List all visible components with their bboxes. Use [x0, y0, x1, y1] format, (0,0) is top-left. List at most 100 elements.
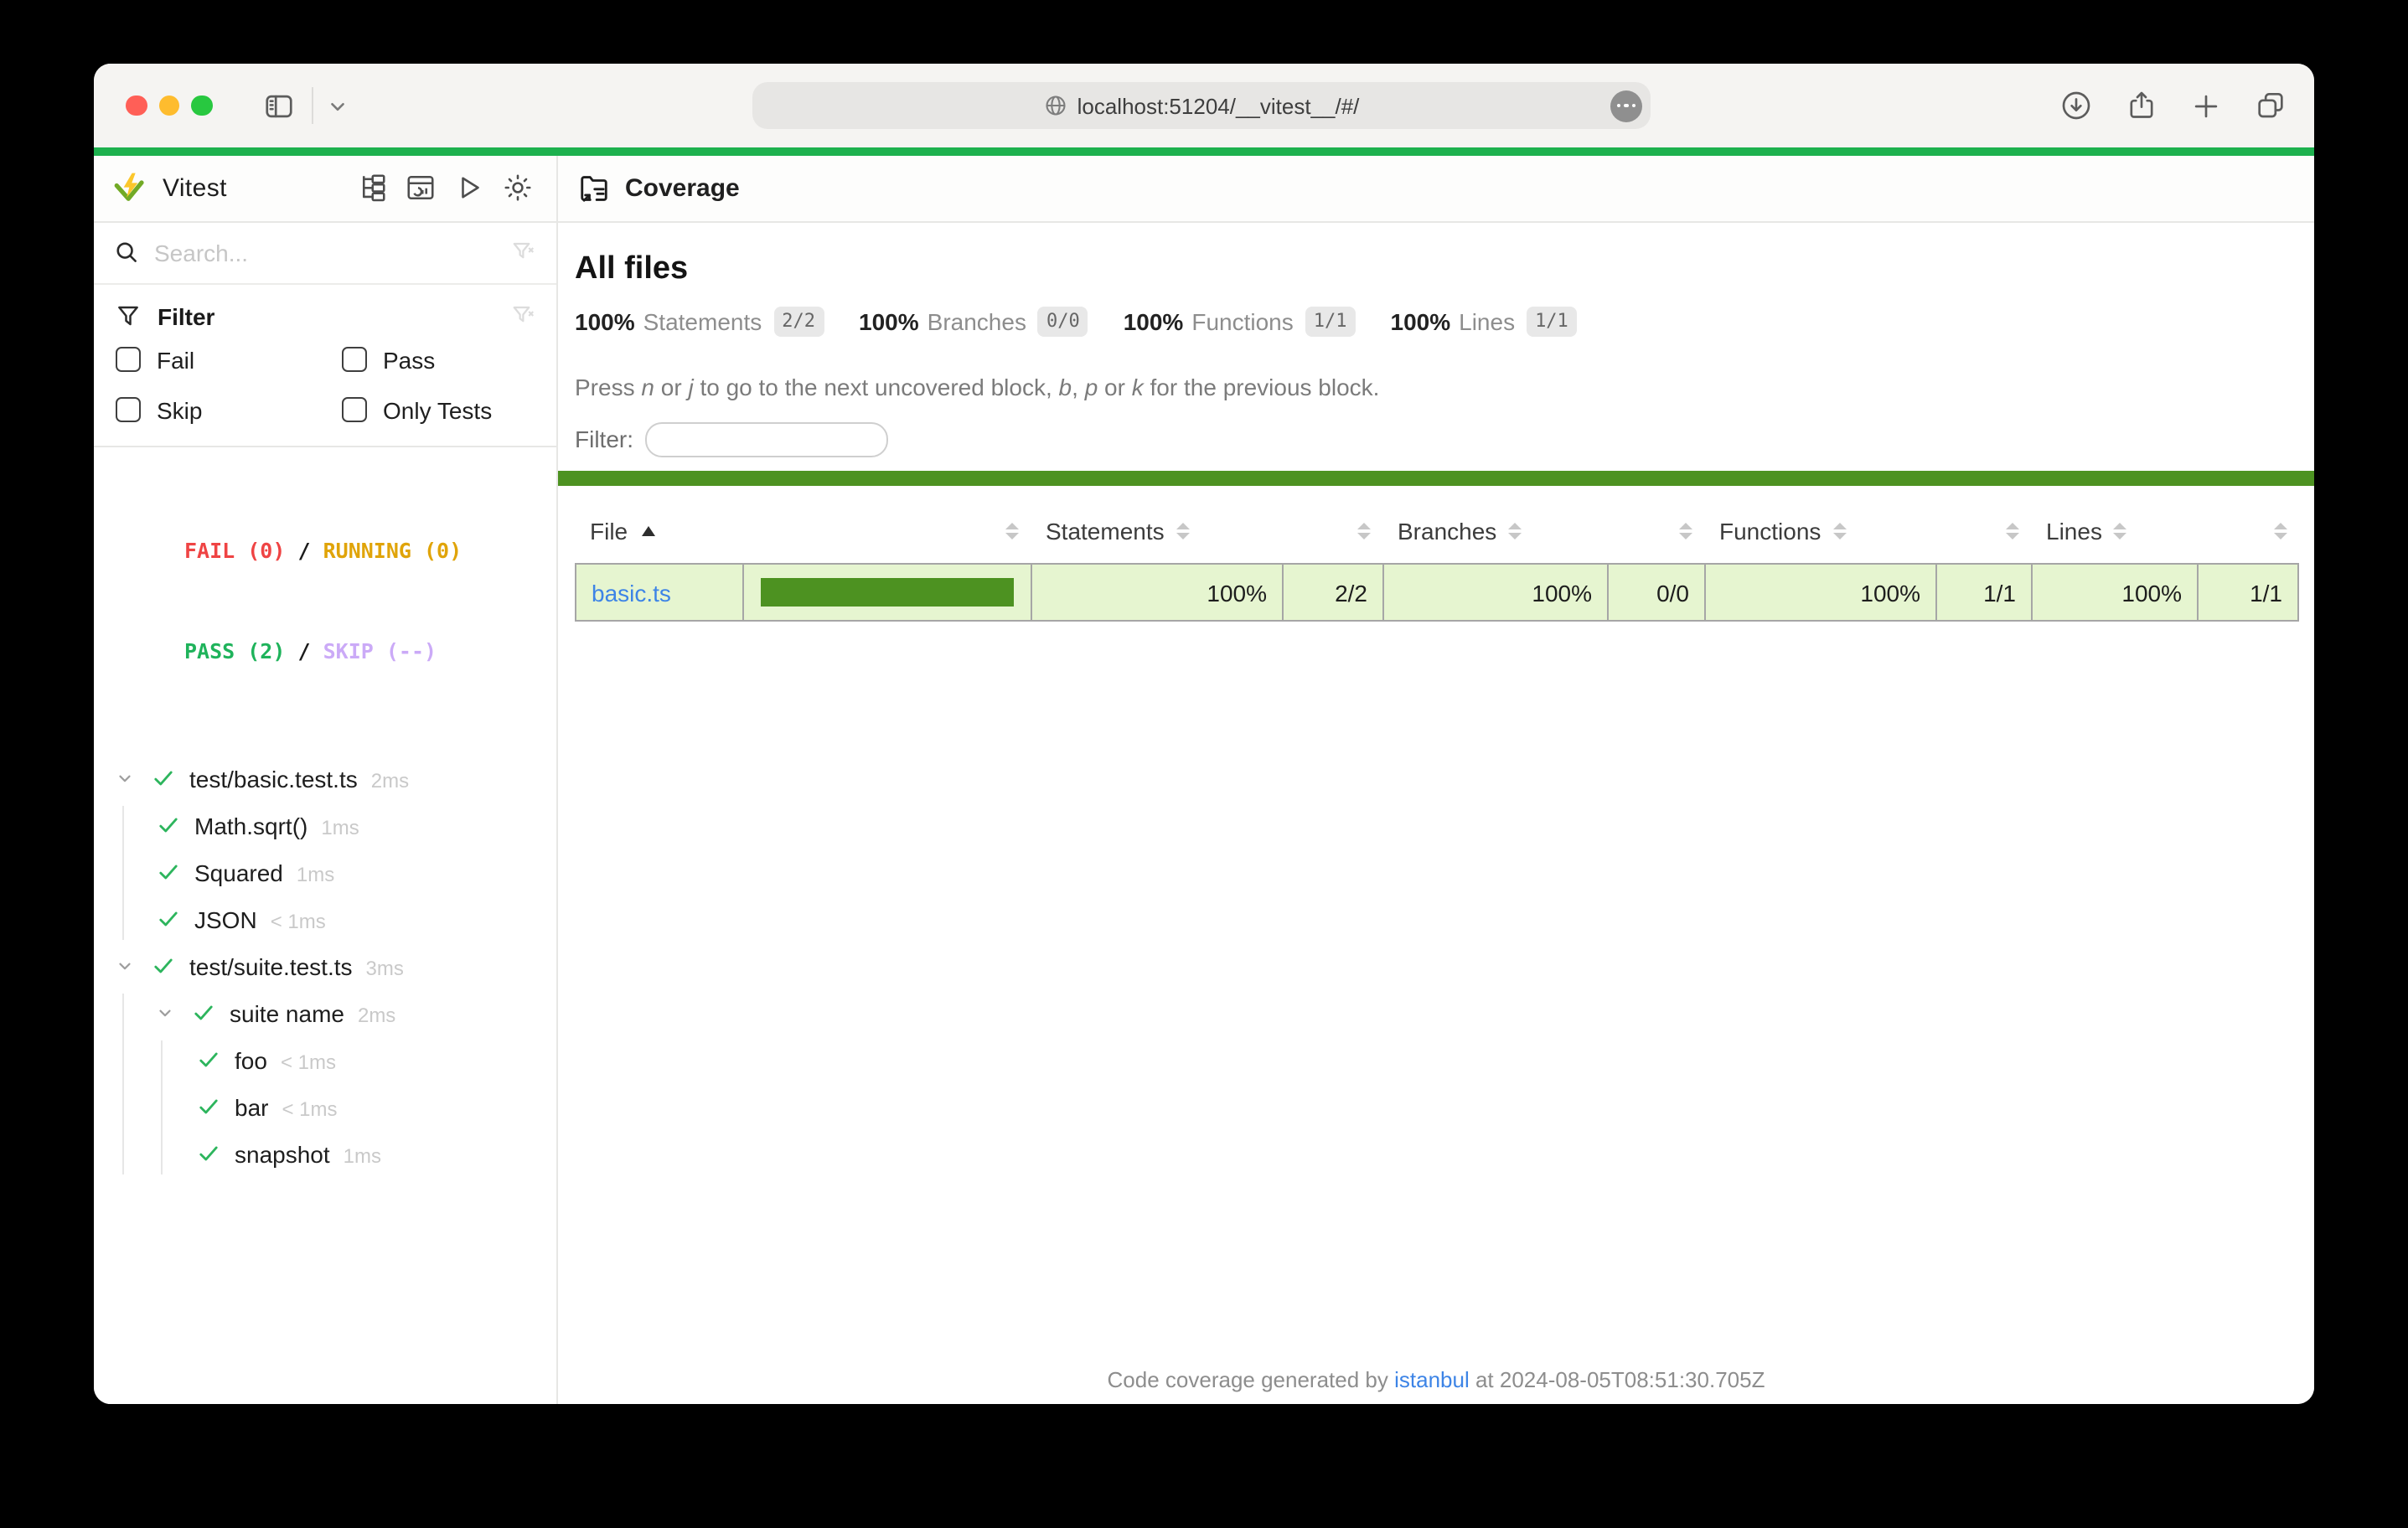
value-cell: 100%	[2031, 563, 2197, 622]
test-pass-check-icon	[158, 814, 179, 836]
checkbox[interactable]	[116, 348, 140, 372]
tree-item-suite-name[interactable]: suite name2ms	[94, 989, 556, 1036]
tree-item-snapshot[interactable]: snapshot1ms	[94, 1130, 556, 1177]
column-sorter[interactable]	[1282, 506, 1382, 556]
app-title: Vitest	[163, 173, 227, 202]
close-window-button[interactable]	[126, 96, 147, 116]
coverage-main: All files 100%Statements2/2100%Branches0…	[558, 222, 2314, 1403]
filter-section: Filter Fail Pass Skip Only Tests	[94, 284, 556, 447]
hint-text: Press	[575, 373, 641, 400]
filter-option-pass[interactable]: Pass	[342, 346, 536, 373]
checkbox-label: Fail	[157, 346, 194, 373]
coverage-filter-input[interactable]	[645, 421, 888, 457]
toolbar-separator	[311, 87, 313, 124]
page-settings-button[interactable]	[1610, 90, 1642, 121]
istanbul-link[interactable]: istanbul	[1394, 1366, 1470, 1391]
status-segment: PASS (2)	[184, 638, 285, 663]
tree-chevron-down-icon[interactable]	[116, 957, 134, 975]
checkbox-label: Only Tests	[383, 396, 492, 423]
address-bar[interactable]: localhost:51204/__vitest__/#/	[752, 82, 1651, 129]
column-sorter[interactable]	[1935, 506, 2031, 556]
stat-label: Functions	[1191, 307, 1293, 334]
sort-icon	[1508, 523, 1522, 540]
hint-key: k	[1132, 373, 1144, 400]
app-header: Vitest	[94, 155, 2314, 222]
tree-item-test-basic-test-ts[interactable]: test/basic.test.ts2ms	[94, 755, 556, 802]
tree-item-bar[interactable]: bar< 1ms	[94, 1083, 556, 1130]
stat-ratio-badge: 2/2	[773, 306, 824, 336]
column-header-file[interactable]: File	[575, 506, 742, 556]
new-tab-icon[interactable]	[2190, 90, 2222, 121]
coverage-bar-cell	[742, 563, 1031, 622]
tree-chevron-down-icon[interactable]	[116, 769, 134, 787]
value-cell: 100%	[1382, 563, 1607, 622]
chevron-down-icon[interactable]	[326, 95, 348, 116]
stat-functions: 100%Functions1/1	[1124, 306, 1356, 336]
tree-chevron-down-icon[interactable]	[156, 1004, 174, 1022]
hint-key: p	[1085, 373, 1098, 400]
globe-icon	[1044, 94, 1067, 117]
test-pass-check-icon	[158, 908, 179, 930]
hint-key: n	[641, 373, 654, 400]
value-cell: 1/1	[1935, 563, 2031, 622]
tree-item-test-suite-test-ts[interactable]: test/suite.test.ts3ms	[94, 942, 556, 989]
column-header-branches[interactable]: Branches	[1382, 506, 1607, 556]
column-header-statements[interactable]: Statements	[1031, 506, 1282, 556]
test-pass-check-icon	[193, 1002, 214, 1024]
sidebar-toggle-icon[interactable]	[262, 90, 294, 121]
test-name: suite name2ms	[230, 999, 395, 1026]
test-tree: test/basic.test.ts2ms Math.sqrt()1ms Squar…	[94, 755, 556, 1403]
test-pass-check-icon	[152, 955, 174, 977]
column-header-functions[interactable]: Functions	[1704, 506, 1935, 556]
column-header-lines[interactable]: Lines	[2031, 506, 2197, 556]
clear-filter-icon[interactable]	[511, 303, 536, 328]
value-cell: 100%	[1704, 563, 1935, 622]
filter-option-skip[interactable]: Skip	[116, 396, 342, 423]
stat-ratio-badge: 1/1	[1305, 306, 1356, 336]
checkbox[interactable]	[116, 398, 140, 422]
sort-icon	[2114, 523, 2127, 540]
zoom-window-button[interactable]	[191, 96, 212, 116]
test-name: Math.sqrt()1ms	[194, 812, 359, 839]
tree-item-foo[interactable]: foo< 1ms	[94, 1036, 556, 1083]
tree-item-math-sqrt-[interactable]: Math.sqrt()1ms	[94, 802, 556, 849]
filter-option-only-tests[interactable]: Only Tests	[342, 396, 536, 423]
sort-icon	[1176, 523, 1190, 540]
dashboard-icon[interactable]	[406, 173, 436, 203]
status-segment: SKIP (--)	[323, 638, 437, 663]
share-icon[interactable]	[2125, 89, 2158, 122]
column-label: Functions	[1704, 518, 1821, 545]
test-pass-check-icon	[198, 1143, 220, 1164]
downloads-icon[interactable]	[2059, 89, 2093, 122]
checkbox[interactable]	[342, 398, 366, 422]
search-input[interactable]	[154, 239, 511, 266]
filter-options: Fail Pass Skip Only Tests	[116, 346, 536, 423]
tab-title: Coverage	[625, 173, 740, 202]
filter-title: Filter	[158, 302, 214, 329]
theme-toggle-sun-icon[interactable]	[503, 173, 533, 203]
column-sorter[interactable]	[742, 506, 1031, 556]
filter-option-fail[interactable]: Fail	[116, 346, 342, 373]
vitest-progress-bar	[94, 147, 2314, 155]
checkbox-label: Skip	[157, 396, 202, 423]
checkbox[interactable]	[342, 348, 366, 372]
column-label: File	[575, 518, 628, 545]
test-tree-view-icon[interactable]	[357, 173, 387, 203]
column-sorter[interactable]	[1607, 506, 1704, 556]
status-segment: RUNNING (0)	[323, 537, 462, 562]
stat-label: Branches	[928, 307, 1026, 334]
test-duration: 3ms	[366, 956, 404, 979]
clear-search-filter-icon[interactable]	[511, 240, 536, 265]
tree-item-squared[interactable]: Squared1ms	[94, 849, 556, 896]
funnel-icon	[116, 303, 141, 328]
column-sorter[interactable]	[2197, 506, 2299, 556]
sort-ascending-icon	[641, 526, 654, 536]
run-status-summary: FAIL (0) / RUNNING (0) PASS (2) / SKIP (…	[94, 447, 556, 745]
tree-item-json[interactable]: JSON< 1ms	[94, 896, 556, 942]
tab-overview-icon[interactable]	[2254, 89, 2287, 122]
test-name: snapshot1ms	[235, 1140, 381, 1167]
minimize-window-button[interactable]	[158, 96, 179, 116]
run-all-icon[interactable]	[454, 173, 484, 203]
file-cell: basic.ts	[575, 563, 742, 622]
file-link[interactable]: basic.ts	[576, 579, 671, 606]
